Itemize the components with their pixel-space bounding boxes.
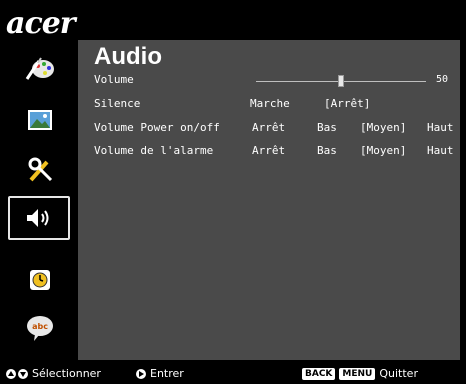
image-icon <box>28 110 52 130</box>
abc-speech-icon: abc <box>27 316 53 341</box>
enter-hint: Entrer <box>136 367 184 380</box>
enter-hint-label: Entrer <box>150 367 184 380</box>
volume-alarm-label: Volume de l'alarme <box>94 144 214 157</box>
volume-label: Volume <box>94 73 134 86</box>
volume-alarm-option-moyen[interactable]: [Moyen] <box>360 144 406 157</box>
volume-slider-thumb[interactable] <box>338 75 344 87</box>
sidebar-item-image[interactable] <box>12 100 68 140</box>
volume-alarm-option-haut[interactable]: Haut <box>427 144 454 157</box>
volume-power-option-moyen[interactable]: [Moyen] <box>360 121 406 134</box>
sidebar-item-audio[interactable] <box>8 196 70 240</box>
panel-title: Audio <box>94 43 162 70</box>
footer-hint-bar: Sélectionner Entrer BACK MENU Quitter <box>0 362 466 384</box>
up-down-arrows-icon <box>6 368 28 379</box>
quit-hint: BACK MENU Quitter <box>302 367 418 380</box>
audio-panel: Audio Volume 50 Silence Marche [Arrêt] V… <box>78 40 460 360</box>
volume-power-option-arret[interactable]: Arrêt <box>252 121 285 134</box>
quit-hint-label: Quitter <box>379 367 418 380</box>
volume-row[interactable]: Volume 50 <box>94 73 454 89</box>
speaker-icon <box>27 209 49 227</box>
volume-power-label: Volume Power on/off <box>94 121 220 134</box>
sidebar-item-language[interactable]: abc <box>12 308 68 348</box>
category-sidebar: abc <box>0 40 78 360</box>
sidebar-item-color[interactable] <box>12 48 68 88</box>
right-arrow-icon <box>136 368 146 379</box>
select-hint: Sélectionner <box>6 367 101 380</box>
palette-brush-icon <box>25 57 54 80</box>
silence-option-arret[interactable]: [Arrêt] <box>324 97 370 110</box>
sidebar-item-management[interactable] <box>12 150 68 190</box>
acer-logo: acer <box>6 6 76 41</box>
select-hint-label: Sélectionner <box>32 367 101 380</box>
silence-option-marche[interactable]: Marche <box>250 97 290 110</box>
silence-label: Silence <box>94 97 141 110</box>
tools-icon <box>28 157 53 182</box>
volume-power-row[interactable]: Volume Power on/off Arrêt Bas [Moyen] Ha… <box>94 121 454 137</box>
volume-value: 50 <box>436 74 449 85</box>
menu-key-badge: MENU <box>339 367 376 380</box>
silence-row[interactable]: Silence Marche [Arrêt] <box>94 97 454 113</box>
sidebar-item-timer[interactable] <box>12 260 68 300</box>
clock-icon <box>30 270 50 290</box>
volume-alarm-option-bas[interactable]: Bas <box>317 144 337 157</box>
volume-power-option-haut[interactable]: Haut <box>427 121 454 134</box>
back-key-badge: BACK <box>302 367 336 380</box>
volume-power-option-bas[interactable]: Bas <box>317 121 337 134</box>
volume-alarm-row[interactable]: Volume de l'alarme Arrêt Bas [Moyen] Hau… <box>94 144 454 160</box>
svg-text:abc: abc <box>32 322 48 331</box>
volume-alarm-option-arret[interactable]: Arrêt <box>252 144 285 157</box>
